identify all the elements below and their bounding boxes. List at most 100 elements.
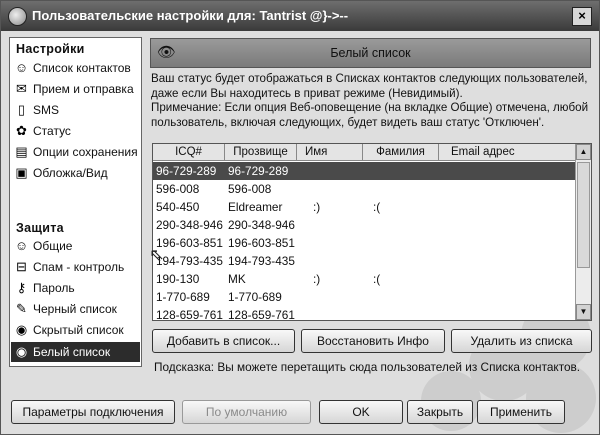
sidebar-item-save-options[interactable]: ▤ Опции сохранения bbox=[11, 142, 140, 162]
sidebar-item-label: Список контактов bbox=[33, 61, 131, 75]
hidden-list-icon: ◉ bbox=[15, 322, 28, 337]
cell-name: :) bbox=[313, 272, 321, 286]
table-row[interactable]: 96-729-289 96-729-289 bbox=[153, 162, 577, 180]
cell-nick: MK bbox=[228, 272, 246, 286]
contacts-icon: ☺ bbox=[14, 60, 29, 75]
table-row[interactable]: 196-603-851 196-603-851 bbox=[153, 234, 577, 252]
sidebar-item-label: Общие bbox=[33, 239, 73, 253]
cell-icq: 1-770-689 bbox=[156, 290, 210, 304]
mouse-cursor-icon: ⇖ bbox=[149, 245, 165, 265]
sidebar-item-contact-list[interactable]: ☺ Список контактов bbox=[11, 58, 140, 78]
description-line: даже если Вы находитесь в приват режиме … bbox=[151, 86, 463, 100]
section-title: Белый список bbox=[330, 46, 411, 60]
sidebar-item-label: Опции сохранения bbox=[33, 145, 138, 159]
cell-icq: 96-729-289 bbox=[156, 164, 217, 178]
close-button[interactable]: × bbox=[572, 7, 592, 26]
sidebar-item-label: Скрытый список bbox=[33, 323, 124, 337]
hint-text: Подсказка: Вы можете перетащить сюда пол… bbox=[154, 360, 581, 374]
defaults-button[interactable]: По умолчанию bbox=[182, 400, 311, 424]
remove-from-list-button[interactable]: Удалить из списка bbox=[451, 329, 592, 353]
spam-icon: ⊟ bbox=[16, 259, 27, 274]
skin-icon: ▣ bbox=[15, 165, 28, 180]
title-bar[interactable]: Пользовательские настройки для: Tantrist… bbox=[1, 1, 599, 31]
table-row[interactable]: 194-793-435 194-793-435 bbox=[153, 252, 577, 270]
close-dialog-button[interactable]: Закрыть bbox=[407, 400, 473, 424]
sidebar-item-label: Статус bbox=[33, 124, 71, 138]
cell-nick: 596-008 bbox=[228, 182, 272, 196]
sidebar-item-label: Пароль bbox=[33, 281, 75, 295]
cell-icq: 540-450 bbox=[156, 200, 200, 214]
sidebar-item-send-receive[interactable]: ✉ Прием и отправка bbox=[11, 79, 140, 99]
sidebar-item-skin[interactable]: ▣ Обложка/Вид bbox=[11, 163, 140, 183]
cell-nick: 96-729-289 bbox=[228, 164, 289, 178]
vertical-scrollbar[interactable]: ▲ ▼ bbox=[575, 144, 591, 320]
window-title: Пользовательские настройки для: Tantrist… bbox=[32, 8, 349, 23]
table-row[interactable]: 290-348-946 290-348-946 bbox=[153, 216, 577, 234]
scroll-down-icon[interactable]: ▼ bbox=[576, 304, 591, 320]
add-to-list-button[interactable]: Добавить в список... bbox=[152, 329, 295, 353]
sidebar-item-sms[interactable]: ▯ SMS bbox=[11, 100, 140, 120]
table-row[interactable]: 128-659-761 128-659-761 bbox=[153, 306, 577, 321]
save-options-icon: ▤ bbox=[15, 144, 28, 159]
cell-icq: 194-793-435 bbox=[156, 254, 223, 268]
sidebar-item-spam-control[interactable]: ⊟ Спам - контроль bbox=[11, 257, 140, 277]
whitelist-table[interactable]: ICQ# Прозвище Имя Фамилия Email адрес 96… bbox=[152, 143, 592, 321]
table-row[interactable]: 190-130 MK:) :( bbox=[153, 270, 577, 288]
message-icon: ✉ bbox=[16, 81, 27, 96]
cell-icq: 290-348-946 bbox=[156, 218, 223, 232]
sidebar-item-label: Черный список bbox=[33, 302, 117, 316]
security-heading: Защита bbox=[16, 221, 64, 235]
sidebar-item-blacklist[interactable]: ✎ Черный список bbox=[11, 299, 140, 319]
column-header-last-name[interactable]: Фамилия bbox=[363, 144, 439, 161]
preferences-dialog: Пользовательские настройки для: Tantrist… bbox=[0, 0, 600, 435]
description-line: пользователь, включая следующих, будет в… bbox=[151, 115, 545, 129]
sidebar-item-label: Прием и отправка bbox=[33, 82, 134, 96]
description-text: Ваш статус будет отображаться в Списках … bbox=[151, 72, 596, 130]
cell-surname: :( bbox=[373, 272, 381, 286]
apply-button[interactable]: Применить bbox=[477, 400, 565, 424]
sidebar-item-label: Обложка/Вид bbox=[33, 166, 108, 180]
description-line: Примечание: Если опция Веб-оповещение (н… bbox=[151, 101, 589, 115]
general-icon: ☺ bbox=[14, 238, 29, 253]
table-row[interactable]: 596-008 596-008 bbox=[153, 180, 577, 198]
blacklist-icon: ✎ bbox=[16, 301, 27, 316]
sidebar-item-whitelist[interactable]: ◉ Белый список bbox=[11, 342, 140, 362]
ok-button[interactable]: OK bbox=[319, 400, 403, 424]
status-icon: ✿ bbox=[16, 123, 27, 138]
sidebar-item-hidden-list[interactable]: ◉ Скрытый список bbox=[11, 320, 140, 340]
scroll-thumb[interactable] bbox=[577, 162, 590, 268]
section-header: 👁 Белый список bbox=[150, 38, 591, 68]
sidebar-item-password[interactable]: ⚷ Пароль bbox=[11, 278, 140, 298]
sms-icon: ▯ bbox=[17, 102, 26, 117]
sidebar-item-label: Спам - контроль bbox=[33, 260, 125, 274]
column-header-email[interactable]: Email адрес bbox=[439, 144, 577, 161]
settings-heading: Настройки bbox=[16, 42, 85, 56]
restore-info-button[interactable]: Восстановить Инфо bbox=[301, 329, 445, 353]
scroll-up-icon[interactable]: ▲ bbox=[576, 144, 591, 160]
sidebar-item-general[interactable]: ☺ Общие bbox=[11, 236, 140, 256]
cell-icq: 190-130 bbox=[156, 272, 200, 286]
cell-name: :) bbox=[313, 200, 321, 214]
icq-flower-icon bbox=[8, 7, 27, 26]
cell-icq: 196-603-851 bbox=[156, 236, 223, 250]
sidebar-item-status[interactable]: ✿ Статус bbox=[11, 121, 140, 141]
table-row[interactable]: 540-450 Eldreamer:) :( bbox=[153, 198, 577, 216]
column-header-icq[interactable]: ICQ# bbox=[153, 144, 225, 161]
cell-nick: 290-348-946 bbox=[228, 218, 295, 232]
key-icon: ⚷ bbox=[16, 280, 27, 295]
cell-nick: 196-603-851 bbox=[228, 236, 295, 250]
cell-icq: 128-659-761 bbox=[156, 308, 223, 321]
description-line: Ваш статус будет отображаться в Списках … bbox=[151, 72, 588, 85]
column-header-first-name[interactable]: Имя bbox=[297, 144, 363, 161]
sidebar-item-label: Белый список bbox=[33, 345, 111, 359]
sidebar-item-label: SMS bbox=[33, 103, 60, 117]
cell-nick: 128-659-761 bbox=[228, 308, 295, 321]
cell-nick: Eldreamer bbox=[228, 200, 283, 214]
whitelist-icon: ◉ bbox=[15, 344, 28, 359]
connection-settings-button[interactable]: Параметры подключения bbox=[11, 400, 175, 424]
cell-nick: 194-793-435 bbox=[228, 254, 295, 268]
cell-surname: :( bbox=[373, 200, 381, 214]
table-row[interactable]: 1-770-689 1-770-689 bbox=[153, 288, 577, 306]
column-header-nickname[interactable]: Прозвище bbox=[225, 144, 297, 161]
sidebar: Настройки ☺ Список контактов ✉ Прием и о… bbox=[9, 37, 142, 367]
